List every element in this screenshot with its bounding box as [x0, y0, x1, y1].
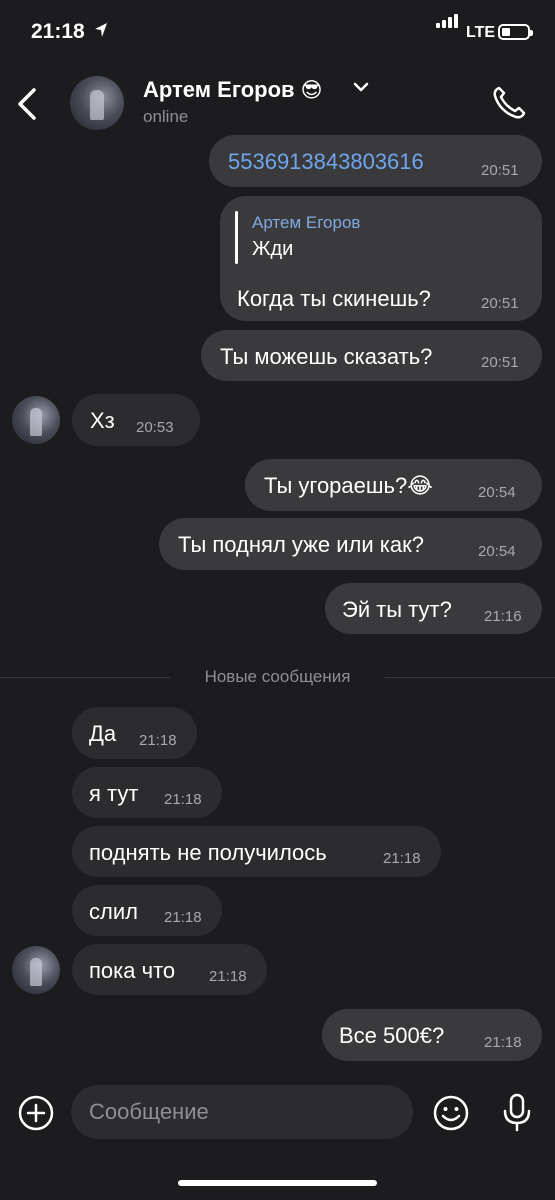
- message-bubble[interactable]: Хз 20:53: [72, 394, 200, 446]
- message-input[interactable]: [71, 1085, 413, 1139]
- message-bubble[interactable]: 5536913843803616 20:51: [209, 135, 542, 187]
- contact-name[interactable]: Артем Егоров 😎: [143, 77, 323, 103]
- message-time: 21:18: [164, 909, 202, 926]
- chevron-down-icon[interactable]: [352, 80, 370, 94]
- phone-icon[interactable]: [490, 84, 528, 122]
- contact-avatar[interactable]: [70, 76, 124, 130]
- message-time: 21:16: [484, 608, 522, 625]
- home-indicator[interactable]: [178, 1180, 377, 1186]
- message-bubble[interactable]: Ты можешь сказать? 20:51: [201, 330, 542, 381]
- back-chevron-icon[interactable]: [12, 84, 42, 124]
- message-text: Все 500€?: [339, 1023, 445, 1048]
- plus-circle-icon[interactable]: [17, 1094, 55, 1132]
- status-bar: 21:18 LTE: [0, 0, 555, 66]
- battery-icon: [498, 24, 533, 40]
- message-time: 21:18: [484, 1034, 522, 1051]
- network-label: LTE: [466, 24, 496, 41]
- message-bubble[interactable]: Да 21:18: [72, 707, 197, 759]
- message-time: 21:18: [139, 732, 177, 749]
- message-time: 20:54: [478, 484, 516, 501]
- message-text: я тут: [89, 781, 139, 806]
- message-bubble[interactable]: слил 21:18: [72, 885, 222, 936]
- message-time: 20:51: [481, 162, 519, 179]
- message-time: 20:54: [478, 543, 516, 560]
- new-messages-divider: Новые сообщения: [204, 667, 351, 686]
- chat-header: Артем Егоров 😎 online: [0, 66, 555, 142]
- message-time: 21:18: [383, 850, 421, 867]
- message-time: 21:18: [164, 791, 202, 808]
- contact-emoji: 😎: [300, 79, 323, 102]
- message-bubble[interactable]: Ты угораешь?😂 20:54: [245, 459, 542, 511]
- message-text: Когда ты скинешь?: [237, 286, 431, 311]
- message-text[interactable]: 5536913843803616: [228, 149, 424, 175]
- smile-icon[interactable]: [432, 1094, 470, 1132]
- message-text: Эй ты тут?: [342, 597, 452, 622]
- message-text: слил: [89, 899, 138, 924]
- message-bubble[interactable]: Все 500€? 21:18: [322, 1009, 542, 1061]
- reply-message-bubble[interactable]: Артем Егоров Жди Когда ты скинешь? 20:51: [220, 196, 542, 321]
- quote-bar: [235, 211, 238, 264]
- status-time: 21:18: [31, 20, 85, 43]
- contact-avatar[interactable]: [12, 396, 60, 444]
- message-time: 21:18: [209, 968, 247, 985]
- message-text: пока что: [89, 958, 176, 983]
- message-bubble[interactable]: Ты поднял уже или как? 20:54: [159, 518, 542, 570]
- microphone-icon[interactable]: [498, 1092, 536, 1132]
- location-arrow-icon: [95, 23, 107, 37]
- quote-text: Жди: [252, 238, 294, 260]
- contact-avatar[interactable]: [12, 946, 60, 994]
- message-text: Ты поднял уже или как?: [178, 532, 424, 557]
- message-bubble[interactable]: пока что 21:18: [72, 944, 267, 995]
- message-text: Да: [89, 721, 117, 746]
- message-text: поднять не получилось: [89, 840, 327, 865]
- presence-status: online: [143, 107, 189, 126]
- message-time: 20:53: [136, 419, 174, 436]
- message-composer: [0, 1082, 555, 1152]
- quote-author: Артем Егоров: [252, 213, 361, 232]
- message-time: 20:51: [481, 295, 519, 312]
- message-bubble[interactable]: поднять не получилось 21:18: [72, 826, 441, 877]
- message-text: Хз: [90, 408, 115, 433]
- message-time: 20:51: [481, 354, 519, 371]
- message-text: Ты угораешь?😂: [264, 473, 433, 498]
- message-bubble[interactable]: я тут 21:18: [72, 767, 222, 818]
- message-text: Ты можешь сказать?: [220, 344, 433, 369]
- message-bubble[interactable]: Эй ты тут? 21:16: [325, 583, 542, 634]
